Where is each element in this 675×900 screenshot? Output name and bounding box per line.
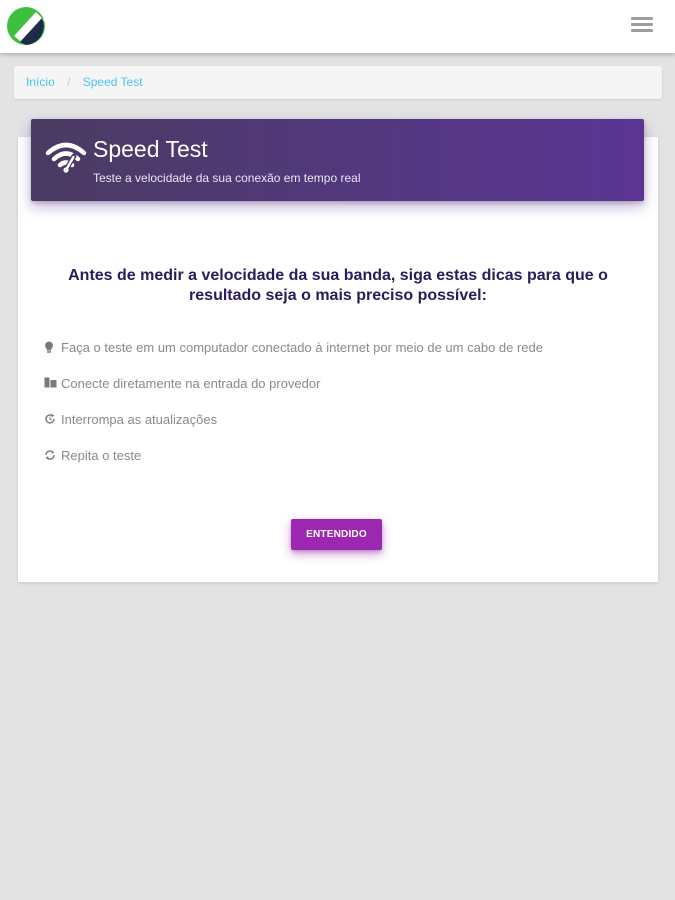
understood-button[interactable]: ENTENDIDO <box>291 519 382 550</box>
router-icon <box>44 377 61 391</box>
tip-label: Repita o teste <box>61 448 142 463</box>
tip-item: Faça o teste em um computador conectado … <box>44 340 634 376</box>
tip-label: Conecte diretamente na entrada do proved… <box>61 376 321 391</box>
tips-list: Faça o teste em um computador conectado … <box>44 340 634 484</box>
brand-logo[interactable] <box>6 6 46 46</box>
brand-logo-icon <box>7 7 45 45</box>
tip-label: Interrompa as atualizações <box>61 412 218 427</box>
page-subtitle: Teste a velocidade da sua conexão em tem… <box>93 171 361 185</box>
hamburger-menu-icon[interactable] <box>631 17 655 37</box>
lightbulb-icon <box>44 341 61 355</box>
wifi-icon <box>45 139 89 175</box>
breadcrumb: Início / Speed Test <box>14 66 662 99</box>
tip-item: Interrompa as atualizações <box>44 412 634 448</box>
update-icon <box>44 413 61 427</box>
repeat-icon <box>44 449 61 463</box>
top-app-bar <box>0 0 675 53</box>
tip-item: Conecte diretamente na entrada do proved… <box>44 376 634 412</box>
tips-heading: Antes de medir a velocidade da sua banda… <box>68 267 608 304</box>
page-title: Speed Test <box>93 136 208 162</box>
breadcrumb-current-link[interactable]: Speed Test <box>83 75 143 89</box>
card-header: Speed Test Teste a velocidade da sua con… <box>31 119 644 201</box>
breadcrumb-separator: / <box>67 75 71 89</box>
breadcrumb-home-link[interactable]: Início <box>26 75 55 89</box>
tip-label: Faça o teste em um computador conectado … <box>61 340 543 355</box>
tip-item: Repita o teste <box>44 448 634 484</box>
